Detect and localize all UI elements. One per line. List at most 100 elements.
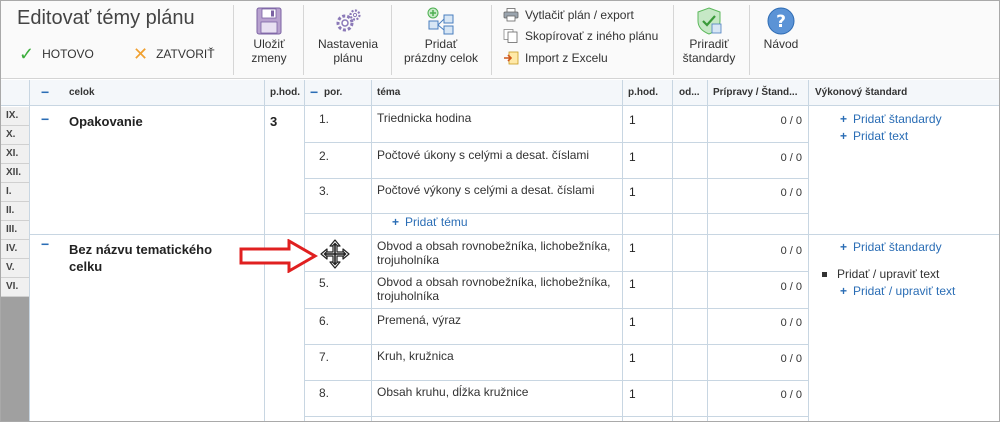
add-topic-link[interactable]: + Pridať tému (392, 215, 468, 229)
month-label[interactable]: II. (1, 202, 29, 221)
topic-name[interactable]: Obsah kruhu, dĺžka kružnice (377, 385, 622, 399)
close-button[interactable]: ✕ ZATVORIŤ (133, 44, 215, 64)
help-label: Návod (763, 37, 799, 51)
topic-hours[interactable]: 1 (629, 387, 636, 401)
copy-from-plan-button[interactable]: Skopírovať z iného plánu (503, 27, 658, 45)
topic-name-line1: Obvod a obsah rovnobežníka, lichobežníka… (377, 275, 611, 289)
month-label[interactable]: XII. (1, 164, 29, 183)
topic-hours[interactable]: 1 (629, 351, 636, 365)
topic-name[interactable]: Obvod a obsah rovnobežníka, lichobežníka… (377, 239, 622, 267)
plus-icon: + (392, 215, 400, 229)
assign-standards-button[interactable]: Priradiť štandardy (681, 7, 737, 65)
topic-preparations[interactable]: 0 / 0 (762, 353, 802, 365)
column-divider (672, 80, 673, 421)
row-divider (304, 213, 808, 214)
collapse-all-units-toggle[interactable]: − (41, 84, 49, 100)
toolbar-divider (391, 5, 392, 75)
topic-name[interactable]: Premená, výraz (377, 313, 622, 327)
unit-name[interactable]: Opakovanie (69, 113, 143, 130)
plan-table: − celok p.hod. − por. téma p.hod. od... … (1, 80, 999, 421)
topic-preparations[interactable]: 0 / 0 (762, 317, 802, 329)
add-unit-label-1: Pridať (424, 37, 458, 51)
topic-preparations[interactable]: 0 / 0 (762, 115, 802, 127)
add-standards-link[interactable]: + Pridať štandardy (840, 112, 942, 126)
shield-icon (697, 7, 722, 35)
topic-preparations[interactable]: 0 / 0 (762, 389, 802, 401)
add-text-link[interactable]: + Pridať text (840, 129, 908, 143)
add-topic-label: Pridať tému (405, 215, 468, 229)
topic-hours[interactable]: 1 (629, 113, 636, 127)
save-button[interactable]: Uložiť zmeny (245, 7, 293, 65)
plus-icon: + (840, 284, 848, 298)
month-label[interactable]: III. (1, 221, 29, 240)
topic-preparations[interactable]: 0 / 0 (762, 152, 802, 164)
done-button[interactable]: ✓ HOTOVO (19, 44, 94, 64)
plus-icon: + (840, 129, 848, 143)
topic-hours[interactable]: 1 (629, 277, 636, 291)
edit-text-link[interactable]: + Pridať / upraviť text (840, 284, 955, 298)
month-label[interactable]: V. (1, 259, 29, 278)
add-standards-label: Pridať štandardy (853, 112, 942, 126)
topic-hours[interactable]: 1 (629, 185, 636, 199)
unit-name-line2: celku (69, 259, 103, 274)
topic-preparations[interactable]: 0 / 0 (762, 245, 802, 257)
unit-name[interactable]: Bez názvu tematického celku (69, 241, 212, 275)
month-label[interactable]: XI. (1, 145, 29, 164)
topic-preparations[interactable]: 0 / 0 (762, 187, 802, 199)
topic-name[interactable]: Počtové úkony s celými a desat. číslami (377, 148, 622, 162)
topic-preparations[interactable]: 0 / 0 (762, 281, 802, 293)
app-window: Editovať témy plánu ✓ HOTOVO ✕ ZATVORIŤ … (0, 0, 1000, 422)
check-icon: ✓ (19, 44, 35, 64)
close-label: ZATVORIŤ (156, 47, 215, 61)
collapse-unit-toggle[interactable]: − (41, 236, 49, 252)
row-divider (304, 344, 808, 345)
collapse-unit-toggle[interactable]: − (41, 111, 49, 127)
add-unit-label-2: prázdny celok (403, 51, 479, 65)
column-divider (371, 80, 372, 421)
toolbar-divider (491, 5, 492, 75)
topic-name[interactable]: Kruh, kružnica (377, 349, 622, 363)
header-phod2: p.hod. (628, 87, 658, 98)
add-standards-label: Pridať štandardy (853, 240, 942, 254)
column-divider (808, 80, 809, 421)
months-column: IX. X. XI. XII. I. II. III. IV. V. VI. (1, 107, 29, 421)
import-excel-button[interactable]: Import z Excelu (503, 49, 608, 67)
copy-label: Skopírovať z iného plánu (525, 29, 659, 43)
month-label[interactable]: IV. (1, 240, 29, 259)
topic-name[interactable]: Triednicka hodina (377, 111, 622, 125)
month-label[interactable]: I. (1, 183, 29, 202)
topic-hours[interactable]: 1 (629, 150, 636, 164)
print-export-button[interactable]: Vytlačiť plán / export (503, 6, 634, 24)
row-divider (304, 380, 808, 381)
done-label: HOTOVO (42, 47, 94, 61)
month-label[interactable]: VI. (1, 278, 29, 297)
assign-label-1: Priradiť (689, 37, 729, 51)
toolbar: Editovať témy plánu ✓ HOTOVO ✕ ZATVORIŤ … (1, 1, 999, 79)
month-label[interactable]: IX. (1, 107, 29, 126)
topic-hours[interactable]: 1 (629, 241, 636, 255)
help-button[interactable]: ? Návod (759, 7, 803, 51)
topic-name-line2: trojuholníka (377, 289, 440, 303)
arrow-annotation-icon (239, 239, 319, 273)
topic-hours[interactable]: 1 (629, 315, 636, 329)
add-standards-link[interactable]: + Pridať štandardy (840, 240, 942, 254)
unit-hours: 3 (270, 114, 278, 129)
gear-icon (336, 9, 361, 32)
month-label[interactable]: X. (1, 126, 29, 145)
import-label: Import z Excelu (525, 51, 608, 65)
column-divider (707, 80, 708, 421)
settings-button[interactable]: Nastavenia plánu (313, 7, 383, 65)
svg-text:?: ? (776, 12, 786, 32)
topic-name[interactable]: Obvod a obsah rovnobežníka, lichobežníka… (377, 275, 622, 303)
standard-text: Pridať / upraviť text (837, 267, 940, 281)
add-empty-unit-button[interactable]: Pridať prázdny celok (399, 7, 483, 65)
plus-icon: + (840, 112, 848, 126)
edit-text-label: Pridať / upraviť text (853, 284, 956, 298)
move-icon[interactable] (319, 238, 351, 270)
collapse-all-topics-toggle[interactable]: − (310, 84, 318, 100)
topic-name[interactable]: Počtové výkony s celými a desat. číslami (377, 183, 622, 197)
toolbar-divider (303, 5, 304, 75)
add-unit-icon (427, 7, 454, 35)
save-label-1: Uložiť (253, 37, 285, 51)
topic-name-line1: Obvod a obsah rovnobežníka, lichobežníka… (377, 239, 611, 253)
